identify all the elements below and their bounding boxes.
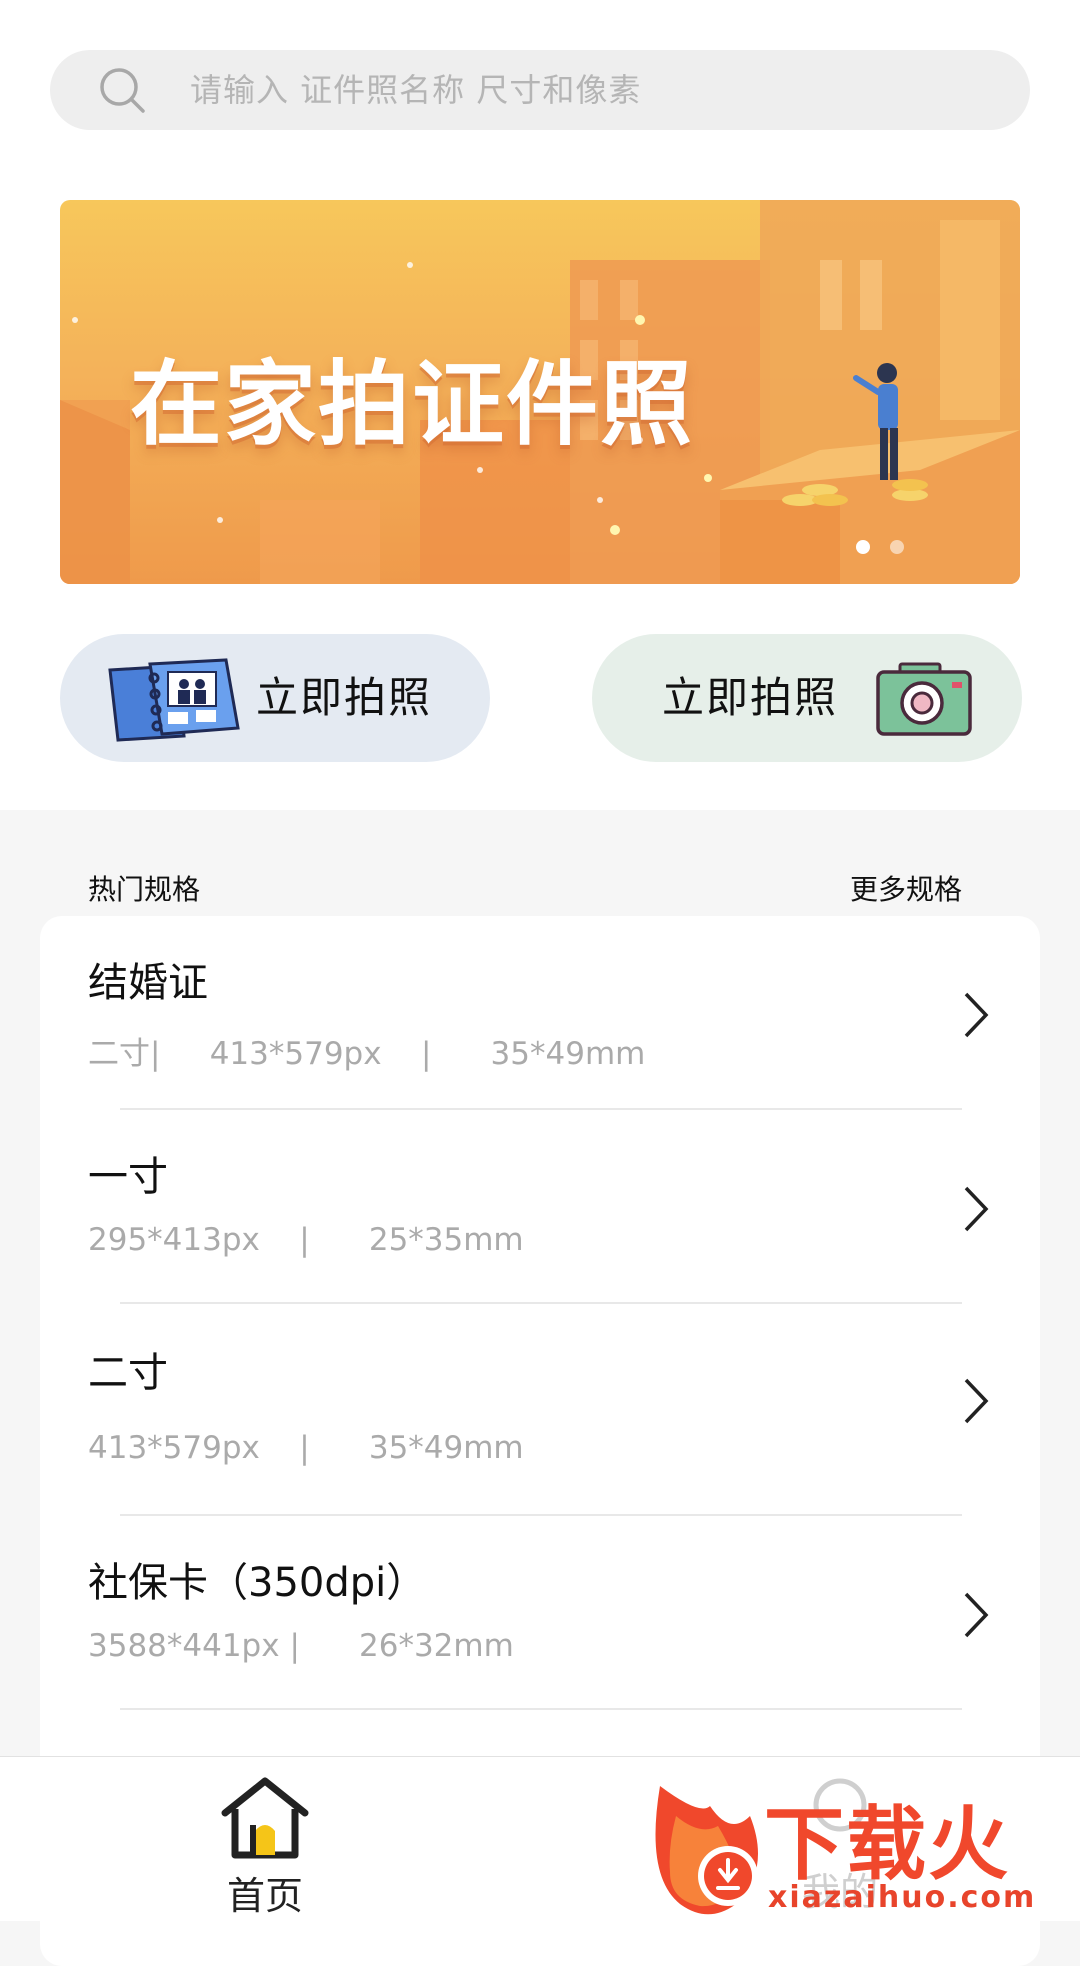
spec-name: 社保卡（350dpi）: [88, 1560, 427, 1606]
take-photo-label: 立即拍照: [256, 673, 433, 722]
spec-detail: 295*413px | 25*35mm: [88, 1222, 524, 1258]
home-icon: [221, 1777, 309, 1859]
carousel-dot-active[interactable]: [856, 540, 870, 554]
tab-home[interactable]: 首页: [210, 1775, 320, 1920]
list-item-spec[interactable]: 一寸 295*413px | 25*35mm: [40, 1110, 1040, 1304]
search-placeholder: 请输入 证件照名称 尺寸和像素: [190, 71, 642, 109]
chevron-right-icon: [964, 1378, 989, 1424]
spec-detail: 413*579px | 35*49mm: [88, 1430, 524, 1466]
watermark: 下载火 xiazaihuo.com: [640, 1776, 1080, 1920]
spec-detail: 3588*441px | 26*32mm: [88, 1628, 514, 1664]
take-photo-label: 立即拍照: [662, 673, 839, 722]
search-bar[interactable]: 请输入 证件照名称 尺寸和像素: [50, 50, 1030, 130]
list-item-spec[interactable]: 二寸 413*579px | 35*49mm: [40, 1304, 1040, 1516]
carousel-dot[interactable]: [890, 540, 904, 554]
more-specs-link[interactable]: 更多规格: [850, 868, 962, 908]
camera-icon: [876, 662, 972, 736]
search-icon: [100, 68, 145, 113]
banner-title: 在家拍证件照: [130, 351, 695, 458]
flame-logo-icon: [655, 1786, 758, 1915]
watermark-text: 下载火: [764, 1798, 1010, 1891]
chevron-right-icon: [964, 1592, 989, 1638]
tab-home-label: 首页: [226, 1874, 303, 1918]
watermark-url: xiazaihuo.com: [768, 1880, 1037, 1915]
banner-carousel[interactable]: 在家拍证件照: [60, 200, 1020, 584]
list-item-spec[interactable]: 结婚证 二寸| 413*579px | 35*49mm: [40, 916, 1040, 1110]
take-photo-album-button[interactable]: 立即拍照: [60, 634, 490, 762]
chevron-right-icon: [964, 1186, 989, 1232]
spec-name: 二寸: [88, 1350, 168, 1396]
section-title: 热门规格: [88, 873, 201, 906]
spec-detail: 二寸| 413*579px | 35*49mm: [88, 1036, 646, 1072]
take-photo-camera-button[interactable]: 立即拍照: [592, 634, 1022, 762]
spec-name: 结婚证: [88, 960, 208, 1006]
spec-name: 一寸: [88, 1154, 168, 1200]
photo-album-icon: [108, 658, 240, 742]
divider: [120, 1708, 962, 1710]
chevron-right-icon: [964, 992, 989, 1038]
list-item-spec[interactable]: 社保卡（350dpi） 3588*441px | 26*32mm: [40, 1516, 1040, 1710]
